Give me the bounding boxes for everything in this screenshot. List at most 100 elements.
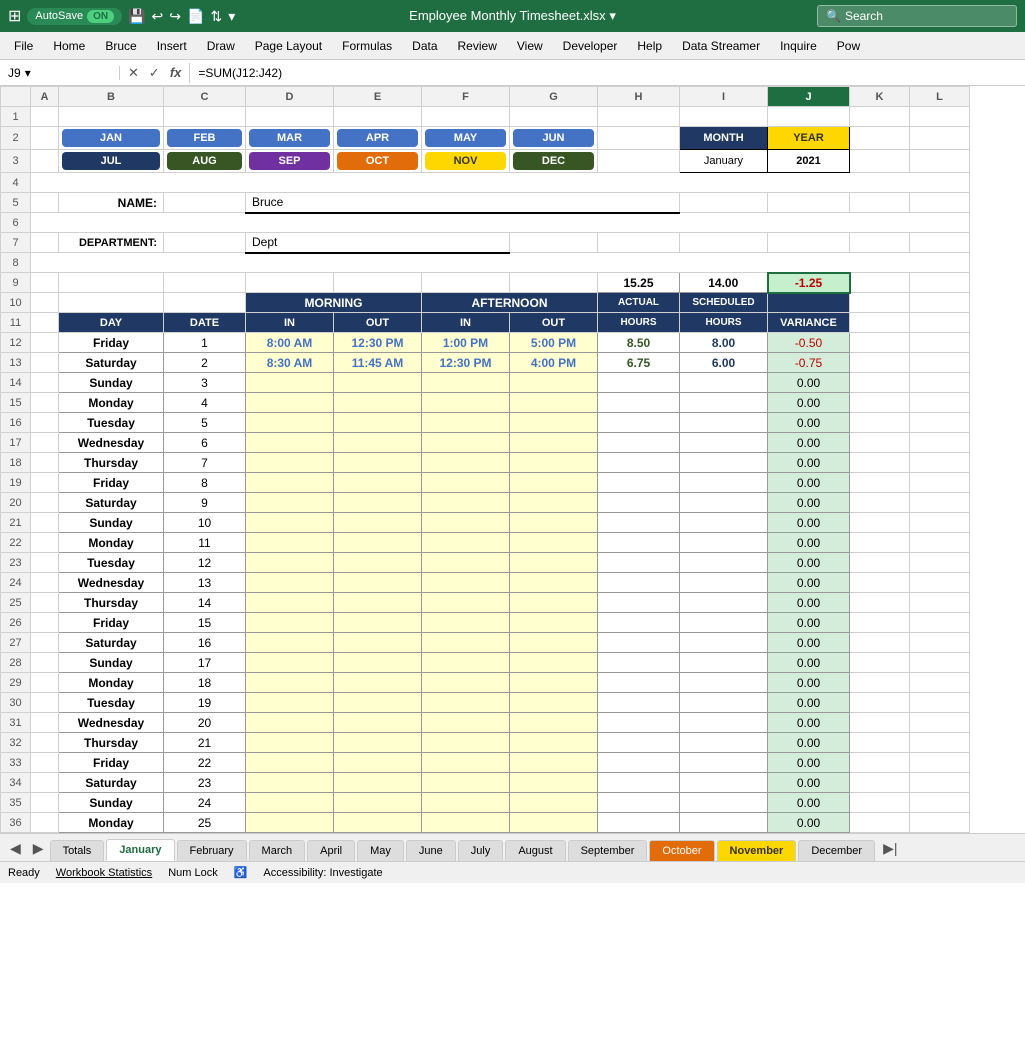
- r31-act[interactable]: [598, 713, 680, 733]
- r23-min[interactable]: [246, 553, 334, 573]
- r24-day[interactable]: Wednesday: [59, 573, 164, 593]
- cell-l1[interactable]: [910, 107, 970, 127]
- r19-sch[interactable]: [680, 473, 768, 493]
- r31-aout[interactable]: [510, 713, 598, 733]
- r20-mout[interactable]: [334, 493, 422, 513]
- r14-day[interactable]: Sunday: [59, 373, 164, 393]
- cell-d3-sep[interactable]: SEP: [246, 150, 334, 173]
- r25-act[interactable]: [598, 593, 680, 613]
- cell-a2[interactable]: [31, 127, 59, 150]
- r32-aout[interactable]: [510, 733, 598, 753]
- r29-date[interactable]: 18: [164, 673, 246, 693]
- r21-date[interactable]: 10: [164, 513, 246, 533]
- r23-date[interactable]: 12: [164, 553, 246, 573]
- r28-mout[interactable]: [334, 653, 422, 673]
- r30-min[interactable]: [246, 693, 334, 713]
- cell-l9[interactable]: [910, 273, 970, 293]
- col-header-c[interactable]: C: [164, 87, 246, 107]
- cell-k2[interactable]: [850, 127, 910, 150]
- r32-min[interactable]: [246, 733, 334, 753]
- r33-date[interactable]: 22: [164, 753, 246, 773]
- r14-var[interactable]: 0.00: [768, 373, 850, 393]
- cell-l2[interactable]: [910, 127, 970, 150]
- cell-e9[interactable]: [334, 273, 422, 293]
- r27-min[interactable]: [246, 633, 334, 653]
- r28-min[interactable]: [246, 653, 334, 673]
- r15-sch[interactable]: [680, 393, 768, 413]
- cell-l12[interactable]: [910, 333, 970, 353]
- cell-k7[interactable]: [850, 233, 910, 253]
- tab-april[interactable]: April: [307, 840, 355, 861]
- cell-k3[interactable]: [850, 150, 910, 173]
- r28-act[interactable]: [598, 653, 680, 673]
- r17-ain[interactable]: [422, 433, 510, 453]
- r29-act[interactable]: [598, 673, 680, 693]
- r34-day[interactable]: Saturday: [59, 773, 164, 793]
- cell-c10[interactable]: [164, 293, 246, 313]
- cell-c13-date[interactable]: 2: [164, 353, 246, 373]
- r14-sch[interactable]: [680, 373, 768, 393]
- r36-aout[interactable]: [510, 813, 598, 833]
- cell-i3-month-val[interactable]: January: [680, 150, 768, 173]
- menu-formulas[interactable]: Formulas: [332, 35, 402, 57]
- r29-var[interactable]: 0.00: [768, 673, 850, 693]
- btn-oct[interactable]: OCT: [337, 152, 418, 170]
- r14-min[interactable]: [246, 373, 334, 393]
- cell-d2-mar[interactable]: MAR: [246, 127, 334, 150]
- r22-var[interactable]: 0.00: [768, 533, 850, 553]
- r26-var[interactable]: 0.00: [768, 613, 850, 633]
- r26-min[interactable]: [246, 613, 334, 633]
- cell-l11[interactable]: [910, 313, 970, 333]
- r36-day[interactable]: Monday: [59, 813, 164, 833]
- r20-sch[interactable]: [680, 493, 768, 513]
- r30-act[interactable]: [598, 693, 680, 713]
- cell-b1[interactable]: [59, 107, 164, 127]
- r24-mout[interactable]: [334, 573, 422, 593]
- r21-day[interactable]: Sunday: [59, 513, 164, 533]
- r33-min[interactable]: [246, 753, 334, 773]
- cell-h7[interactable]: [598, 233, 680, 253]
- r23-day[interactable]: Tuesday: [59, 553, 164, 573]
- cell-c12-date[interactable]: 1: [164, 333, 246, 353]
- save-icon[interactable]: 💾: [128, 8, 145, 25]
- cell-e2-apr[interactable]: APR: [334, 127, 422, 150]
- r34-var[interactable]: 0.00: [768, 773, 850, 793]
- cell-i13-sched[interactable]: 6.00: [680, 353, 768, 373]
- r33-var[interactable]: 0.00: [768, 753, 850, 773]
- r15-min[interactable]: [246, 393, 334, 413]
- r36-mout[interactable]: [334, 813, 422, 833]
- r15-day[interactable]: Monday: [59, 393, 164, 413]
- btn-aug[interactable]: AUG: [167, 152, 242, 170]
- r17-min[interactable]: [246, 433, 334, 453]
- cell-d1[interactable]: [246, 107, 334, 127]
- r29-ain[interactable]: [422, 673, 510, 693]
- r27-sch[interactable]: [680, 633, 768, 653]
- more-icon[interactable]: ▾: [228, 8, 235, 25]
- r32-sch[interactable]: [680, 733, 768, 753]
- cell-d7-dept-val[interactable]: Dept: [246, 233, 510, 253]
- tab-august[interactable]: August: [505, 840, 565, 861]
- r20-min[interactable]: [246, 493, 334, 513]
- r32-mout[interactable]: [334, 733, 422, 753]
- cell-k9[interactable]: [850, 273, 910, 293]
- r32-var[interactable]: 0.00: [768, 733, 850, 753]
- r15-mout[interactable]: [334, 393, 422, 413]
- tab-september[interactable]: September: [568, 840, 648, 861]
- r27-date[interactable]: 16: [164, 633, 246, 653]
- r23-aout[interactable]: [510, 553, 598, 573]
- cell-h1[interactable]: [598, 107, 680, 127]
- r17-act[interactable]: [598, 433, 680, 453]
- cell-g1[interactable]: [510, 107, 598, 127]
- r36-var[interactable]: 0.00: [768, 813, 850, 833]
- r15-date[interactable]: 4: [164, 393, 246, 413]
- cell-h13-actual[interactable]: 6.75: [598, 353, 680, 373]
- cell-c1[interactable]: [164, 107, 246, 127]
- r31-sch[interactable]: [680, 713, 768, 733]
- cell-f12-ain[interactable]: 1:00 PM: [422, 333, 510, 353]
- cell-g12-aout[interactable]: 5:00 PM: [510, 333, 598, 353]
- cell-a13[interactable]: [31, 353, 59, 373]
- cell-i7[interactable]: [680, 233, 768, 253]
- r31-min[interactable]: [246, 713, 334, 733]
- r18-act[interactable]: [598, 453, 680, 473]
- tab-november[interactable]: November: [717, 840, 797, 861]
